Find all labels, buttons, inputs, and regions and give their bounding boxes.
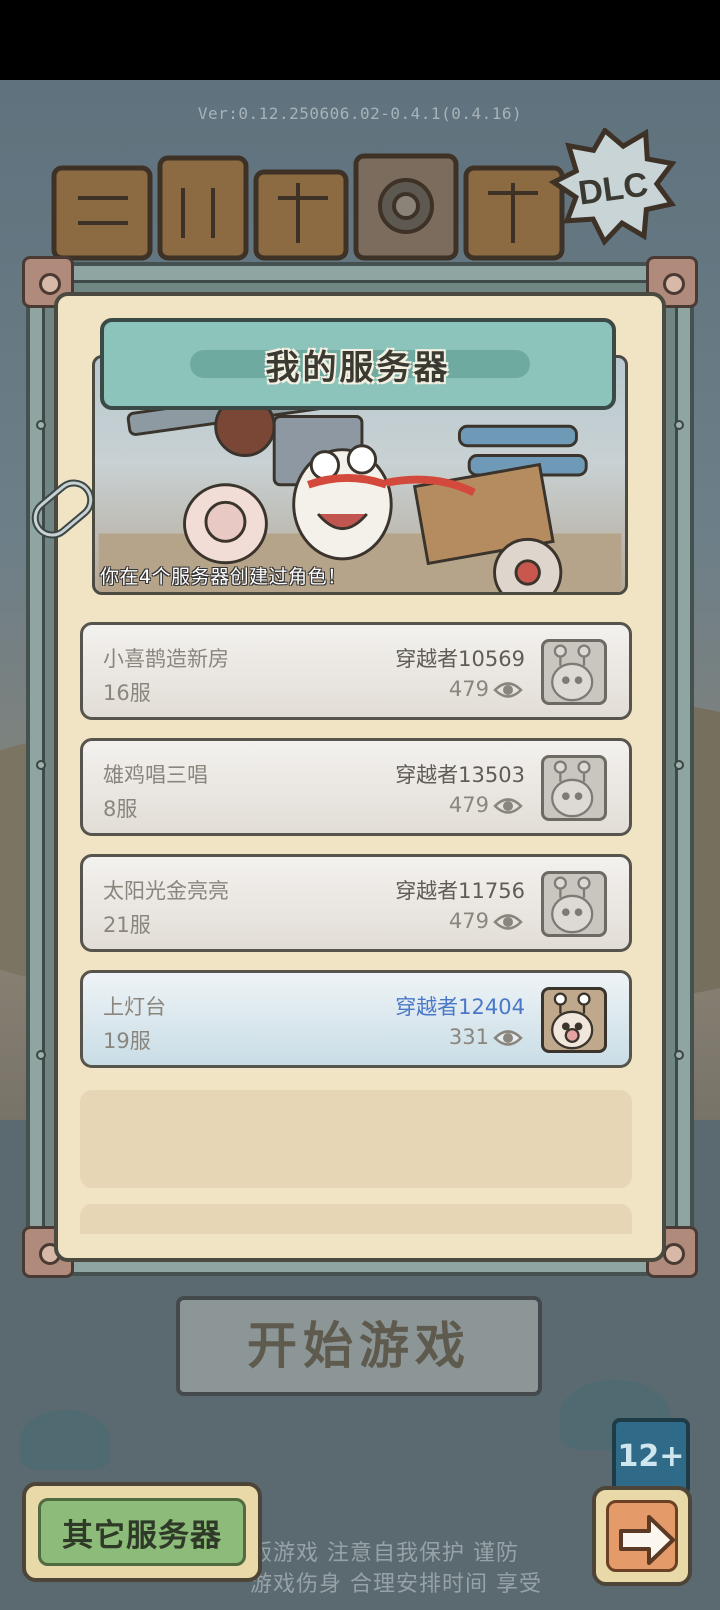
status-bar bbox=[0, 0, 720, 80]
start-game-button[interactable]: 开始游戏 bbox=[176, 1296, 542, 1396]
character-name: 穿越者11756 bbox=[395, 879, 525, 903]
eye-icon bbox=[493, 1030, 523, 1046]
server-name: 太阳光金亮亮 bbox=[103, 879, 229, 903]
start-game-label: 开始游戏 bbox=[247, 1317, 471, 1375]
character-avatar bbox=[541, 755, 607, 821]
eye-icon bbox=[493, 914, 523, 930]
view-count: 331 bbox=[448, 1025, 489, 1049]
server-number: 21服 bbox=[103, 913, 151, 937]
server-number: 8服 bbox=[103, 797, 138, 821]
server-row-selected[interactable]: 上灯台 19服 穿越者12404 331 bbox=[80, 970, 632, 1068]
server-list: 小喜鹊造新房 16服 穿越者10569 479 雄鸡唱三唱 8服 穿越者1350… bbox=[80, 622, 632, 1086]
view-count: 479 bbox=[448, 677, 489, 701]
created-characters-note: 你在4个服务器创建过角色！ bbox=[100, 566, 347, 588]
server-row[interactable]: 雄鸡唱三唱 8服 穿越者13503 479 bbox=[80, 738, 632, 836]
other-servers-label: 其它服务器 bbox=[62, 1517, 222, 1554]
character-avatar bbox=[541, 987, 607, 1053]
character-name: 穿越者12404 bbox=[395, 995, 525, 1019]
server-number: 16服 bbox=[103, 681, 151, 705]
server-name: 小喜鹊造新房 bbox=[103, 647, 229, 671]
server-row[interactable]: 小喜鹊造新房 16服 穿越者10569 479 bbox=[80, 622, 632, 720]
other-servers-button[interactable]: 其它服务器 bbox=[22, 1482, 262, 1582]
health-notice-line2: 游戏伤身 合理安排时间 享受 bbox=[250, 1572, 542, 1597]
dialog-title: 我的服务器 bbox=[265, 347, 451, 388]
server-name: 雄鸡唱三唱 bbox=[103, 763, 208, 787]
server-row[interactable]: 太阳光金亮亮 21服 穿越者11756 479 bbox=[80, 854, 632, 952]
server-number: 19服 bbox=[103, 1029, 151, 1053]
server-name: 上灯台 bbox=[103, 995, 166, 1019]
dialog-title-plate: 我的服务器 bbox=[100, 318, 616, 410]
eye-icon bbox=[493, 798, 523, 814]
view-count: 479 bbox=[448, 909, 489, 933]
health-notice-line1: 版游戏 注意自我保护 谨防 bbox=[250, 1541, 519, 1566]
empty-server-slot bbox=[80, 1204, 632, 1234]
empty-server-slot bbox=[80, 1090, 632, 1188]
character-name: 穿越者10569 bbox=[395, 647, 525, 671]
paperclip-icon bbox=[31, 479, 95, 539]
arrow-right-icon bbox=[619, 1515, 675, 1565]
view-count: 479 bbox=[448, 793, 489, 817]
age-rating-badge: 12+ bbox=[612, 1418, 690, 1496]
next-button[interactable] bbox=[592, 1486, 692, 1586]
version-label: Ver:0.12.250606.02-0.4.1(0.4.16) bbox=[197, 104, 523, 123]
character-avatar bbox=[541, 871, 607, 937]
character-name: 穿越者13503 bbox=[395, 763, 525, 787]
character-avatar bbox=[541, 639, 607, 705]
game-logo: DLC bbox=[51, 128, 677, 261]
eye-icon bbox=[493, 682, 523, 698]
